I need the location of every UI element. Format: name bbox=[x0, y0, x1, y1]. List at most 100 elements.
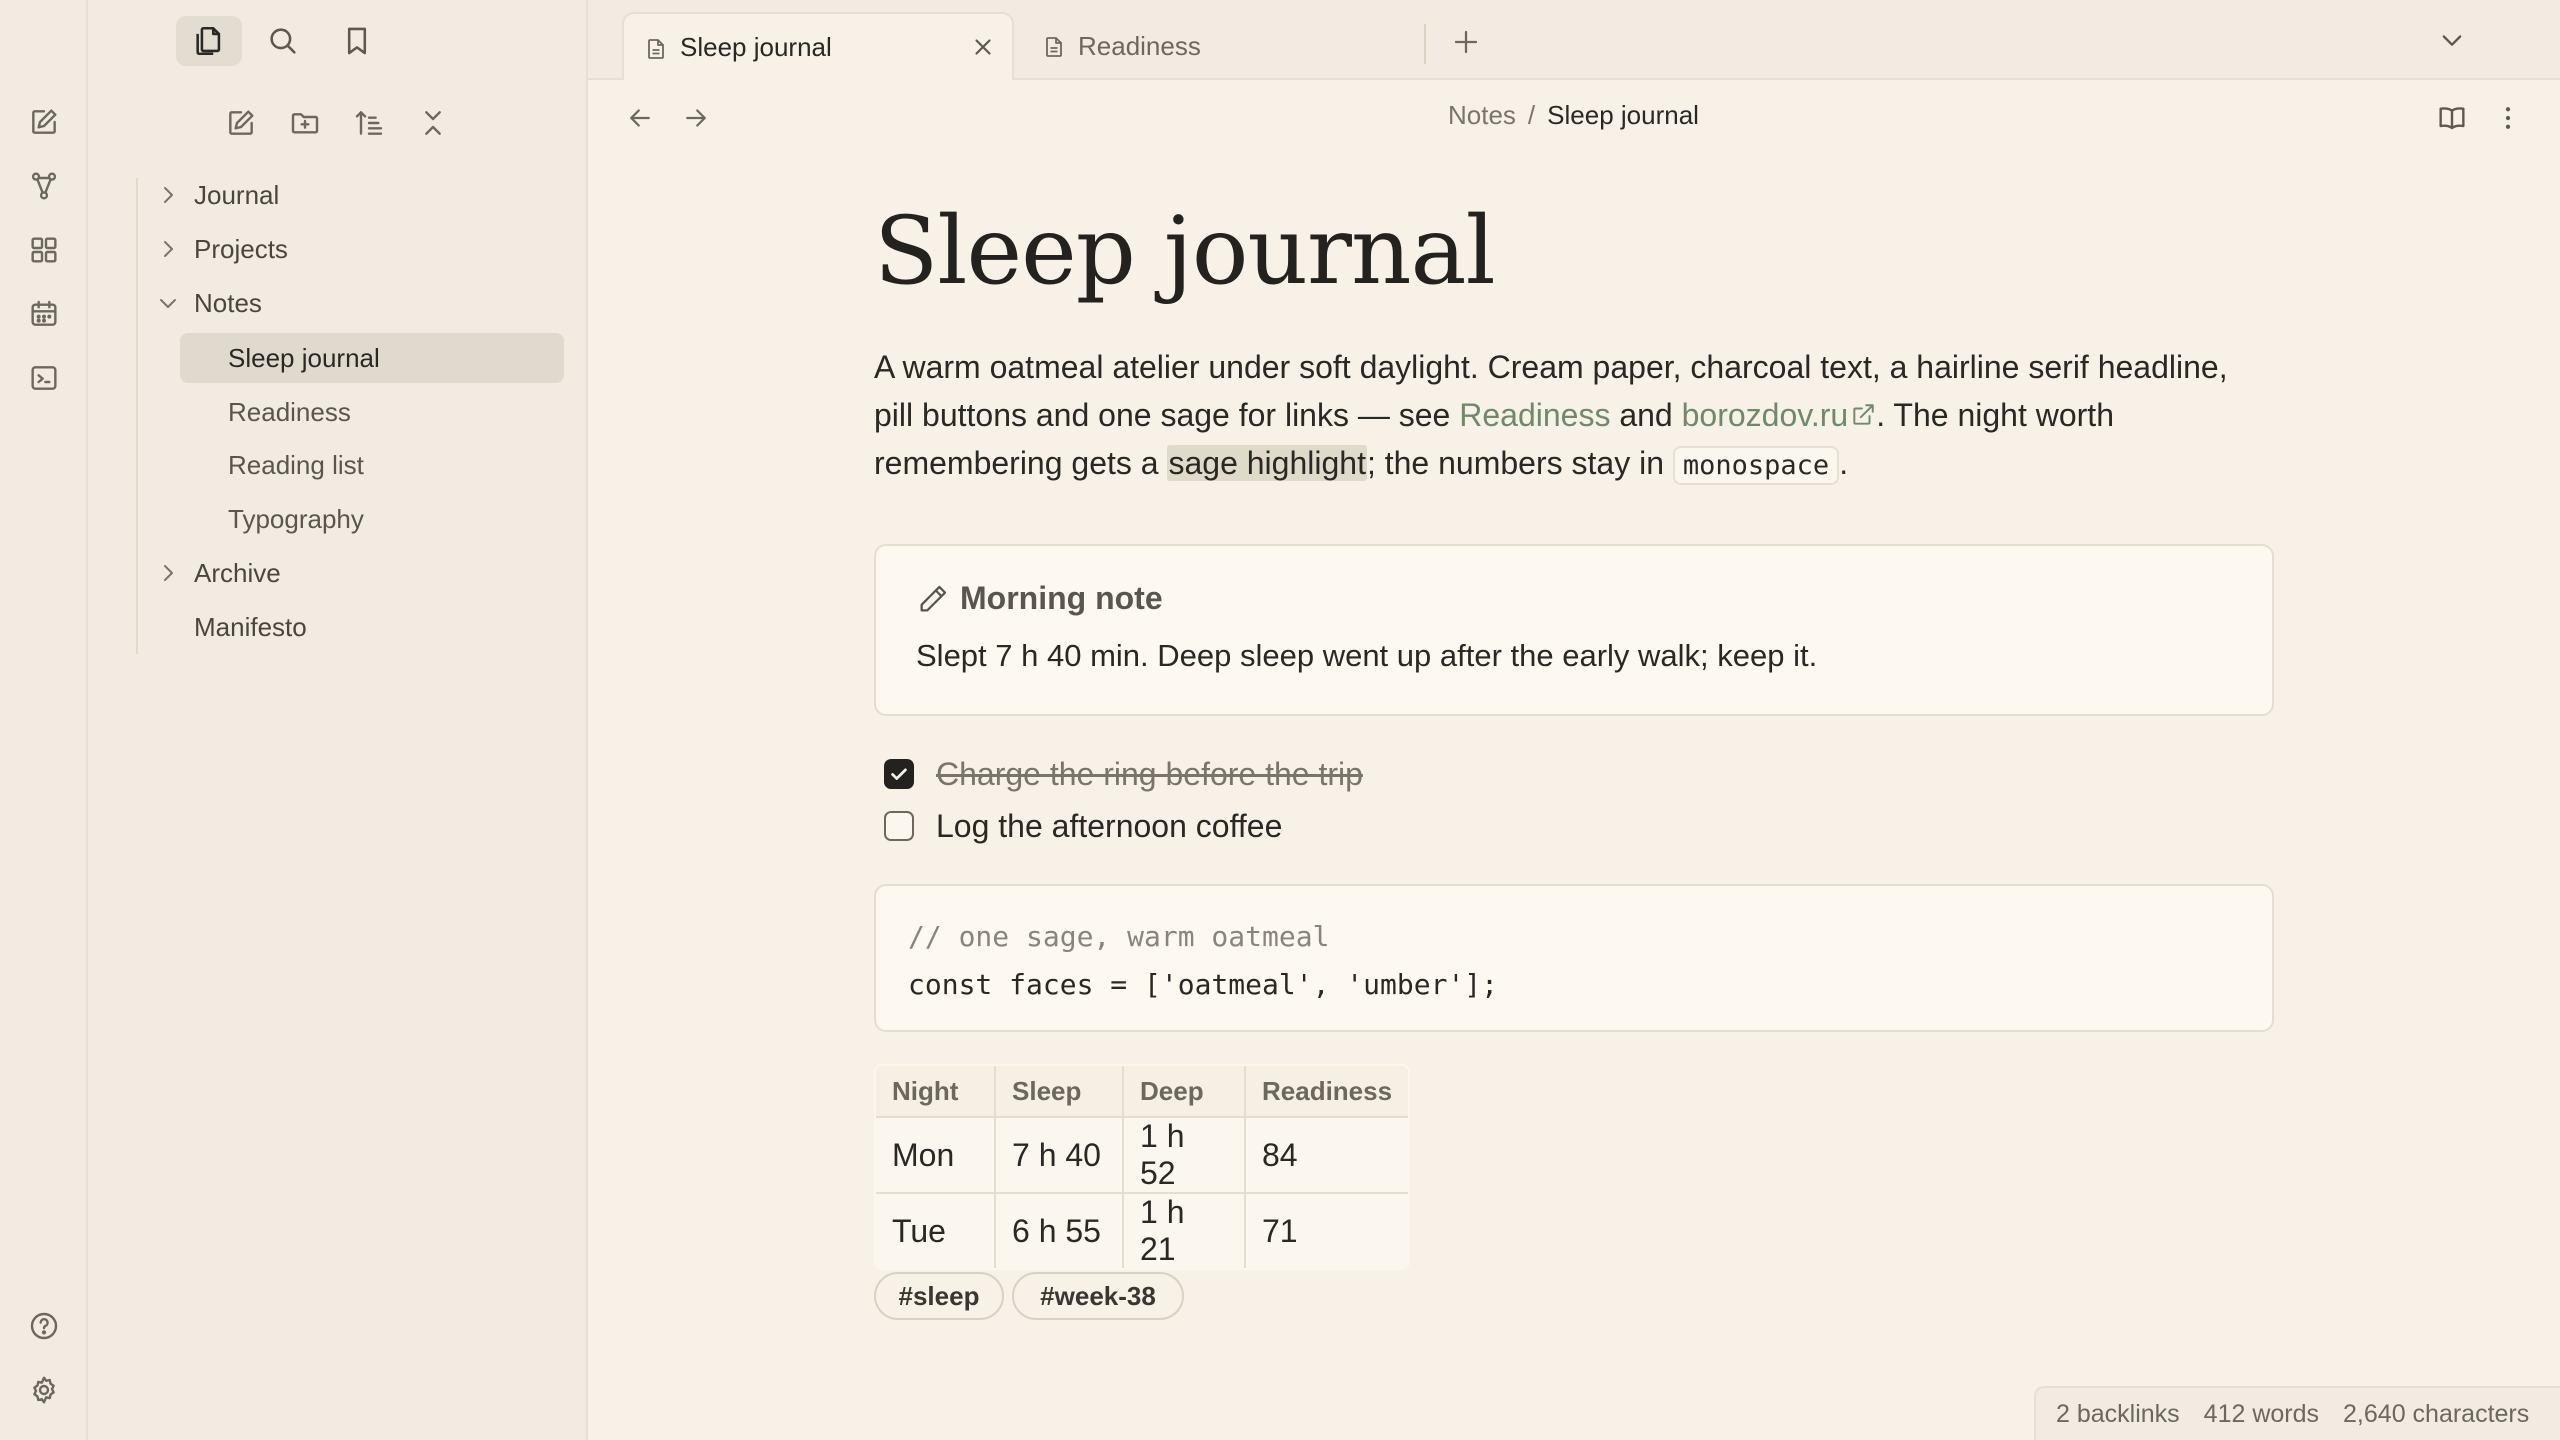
table-cell[interactable]: 84 bbox=[1243, 1116, 1409, 1194]
intro-text: . bbox=[1839, 445, 1849, 482]
task-checkbox-unchecked[interactable] bbox=[884, 811, 914, 841]
document-icon bbox=[1042, 34, 1066, 60]
bookmark-icon[interactable] bbox=[324, 16, 390, 66]
table-row: Mon 7 h 40 1 h 52 84 bbox=[876, 1116, 1409, 1194]
external-link-label: borozdov.ru bbox=[1681, 397, 1849, 434]
tree-file-typography[interactable]: Typography bbox=[180, 494, 564, 544]
search-icon[interactable] bbox=[250, 16, 316, 66]
tree-item-label: Notes bbox=[194, 287, 262, 318]
highlighted-text: sage highlight bbox=[1167, 445, 1367, 482]
table-cell[interactable]: 71 bbox=[1243, 1192, 1409, 1268]
tree-folder-archive[interactable]: Archive bbox=[88, 548, 588, 598]
tree-item-label: Archive bbox=[194, 557, 281, 588]
new-tab-plus-icon[interactable] bbox=[1446, 22, 1486, 62]
help-icon[interactable] bbox=[22, 1304, 66, 1348]
table-cell[interactable]: 1 h 52 bbox=[1122, 1116, 1246, 1194]
external-link-borozdov[interactable]: borozdov.ru bbox=[1682, 397, 1877, 433]
new-folder-icon[interactable] bbox=[282, 100, 328, 146]
breadcrumb-current[interactable]: Sleep journal bbox=[1547, 100, 1699, 131]
collapse-all-icon[interactable] bbox=[410, 100, 456, 146]
code-block[interactable]: // one sage, warm oatmeal const faces = … bbox=[874, 884, 2274, 1032]
tree-item-label: Projects bbox=[194, 233, 288, 264]
inline-code: monospace bbox=[1672, 446, 1840, 486]
tab-label: Sleep journal bbox=[680, 31, 832, 62]
table-header-cell: Night bbox=[876, 1066, 996, 1118]
reading-view-book-icon[interactable] bbox=[2430, 96, 2474, 140]
task-label: Charge the ring before the trip bbox=[936, 755, 1363, 792]
callout-box[interactable]: Morning note Slept 7 h 40 min. Deep slee… bbox=[874, 544, 2274, 716]
calendar-icon[interactable] bbox=[22, 292, 66, 336]
tree-item-label: Sleep journal bbox=[228, 342, 380, 373]
tree-folder-journal[interactable]: Journal bbox=[88, 170, 588, 220]
status-bar: 2 backlinks 412 words 2,640 characters bbox=[2034, 1386, 2560, 1440]
table-cell[interactable]: 1 h 21 bbox=[1122, 1192, 1246, 1268]
status-backlinks[interactable]: 2 backlinks bbox=[2056, 1400, 2180, 1429]
new-note-icon[interactable] bbox=[22, 100, 66, 144]
back-arrow-icon[interactable] bbox=[620, 98, 660, 138]
table-cell[interactable]: 6 h 55 bbox=[994, 1192, 1124, 1268]
task-checkbox-checked[interactable] bbox=[884, 759, 914, 789]
new-note-icon[interactable] bbox=[218, 100, 264, 146]
table-header-cell: Readiness bbox=[1243, 1066, 1409, 1118]
tree-folder-projects[interactable]: Projects bbox=[88, 224, 588, 274]
close-icon[interactable] bbox=[970, 34, 996, 60]
tag-sleep[interactable]: #sleep bbox=[874, 1272, 1004, 1320]
tree-file-readiness[interactable]: Readiness bbox=[180, 387, 564, 437]
callout-body: Slept 7 h 40 min. Deep sleep went up aft… bbox=[916, 638, 1818, 673]
tab-divider bbox=[1424, 24, 1426, 64]
status-word-count: 412 words bbox=[2203, 1399, 2320, 1428]
tree-item-label: Journal bbox=[194, 179, 280, 210]
chevron-down-icon bbox=[156, 291, 180, 315]
file-explorer-sidebar: Journal Projects Notes Sleep journal Rea… bbox=[88, 0, 588, 1440]
external-link-icon bbox=[1850, 402, 1876, 428]
task-label: Log the afternoon coffee bbox=[936, 807, 1283, 844]
tree-item-label: Typography bbox=[228, 503, 364, 534]
forward-arrow-icon[interactable] bbox=[676, 98, 716, 138]
note-title[interactable]: Sleep journal bbox=[874, 200, 2274, 304]
tree-file-manifesto[interactable]: Manifesto bbox=[88, 602, 588, 652]
settings-gear-icon[interactable] bbox=[22, 1368, 66, 1412]
canvas-grid-icon[interactable] bbox=[22, 228, 66, 272]
tree-item-label: Readiness bbox=[228, 396, 351, 427]
left-ribbon bbox=[0, 0, 88, 1440]
breadcrumb-parent[interactable]: Notes bbox=[1448, 100, 1516, 131]
intro-text: and bbox=[1610, 397, 1682, 434]
table-header-row: Night Sleep Deep Readiness bbox=[876, 1066, 1409, 1118]
chevron-right-icon bbox=[156, 237, 180, 261]
callout-title: Morning note bbox=[916, 580, 1163, 617]
tree-file-sleep-journal[interactable]: Sleep journal bbox=[180, 333, 564, 383]
tab-readiness[interactable]: Readiness bbox=[1022, 12, 1412, 80]
code-line: const faces = ['oatmeal', 'umber']; bbox=[908, 968, 1499, 1001]
chevron-right-icon bbox=[156, 561, 180, 585]
pencil-icon bbox=[916, 582, 950, 616]
table-cell[interactable]: Mon bbox=[876, 1116, 996, 1194]
tag-week-38[interactable]: #week-38 bbox=[1012, 1272, 1184, 1320]
tab-bar: Sleep journal Readiness bbox=[588, 0, 2560, 80]
tree-file-reading-list[interactable]: Reading list bbox=[180, 440, 564, 490]
note-content: Sleep journal A warm oatmeal atelier und… bbox=[874, 200, 2274, 1320]
breadcrumb-separator: / bbox=[1527, 100, 1536, 130]
tab-label: Readiness bbox=[1078, 30, 1201, 61]
breadcrumb: Notes / Sleep journal bbox=[1448, 100, 1699, 131]
table-cell[interactable]: 7 h 40 bbox=[994, 1116, 1124, 1194]
tab-list-chevron-down-icon[interactable] bbox=[2432, 20, 2472, 60]
files-tab-icon[interactable] bbox=[176, 16, 242, 66]
chevron-right-icon bbox=[156, 183, 180, 207]
tree-item-label: Manifesto bbox=[194, 611, 307, 642]
intro-text: ; the numbers stay in bbox=[1366, 445, 1673, 482]
task-item: Log the afternoon coffee bbox=[884, 806, 1282, 846]
terminal-icon[interactable] bbox=[22, 356, 66, 400]
tree-item-label: Reading list bbox=[228, 449, 364, 480]
tab-sleep-journal[interactable]: Sleep journal bbox=[622, 12, 1014, 80]
graph-view-icon[interactable] bbox=[22, 164, 66, 208]
more-options-icon[interactable] bbox=[2486, 96, 2530, 140]
intro-paragraph: A warm oatmeal atelier under soft daylig… bbox=[874, 343, 2264, 490]
callout-title-text: Morning note bbox=[960, 580, 1163, 616]
sort-icon[interactable] bbox=[346, 100, 392, 146]
task-item: Charge the ring before the trip bbox=[884, 754, 1363, 794]
table-row: Tue 6 h 55 1 h 21 71 bbox=[876, 1192, 1409, 1268]
table-cell[interactable]: Tue bbox=[876, 1192, 996, 1268]
internal-link-readiness[interactable]: Readiness bbox=[1459, 397, 1610, 433]
document-icon bbox=[644, 36, 668, 62]
tree-folder-notes[interactable]: Notes bbox=[88, 278, 588, 328]
